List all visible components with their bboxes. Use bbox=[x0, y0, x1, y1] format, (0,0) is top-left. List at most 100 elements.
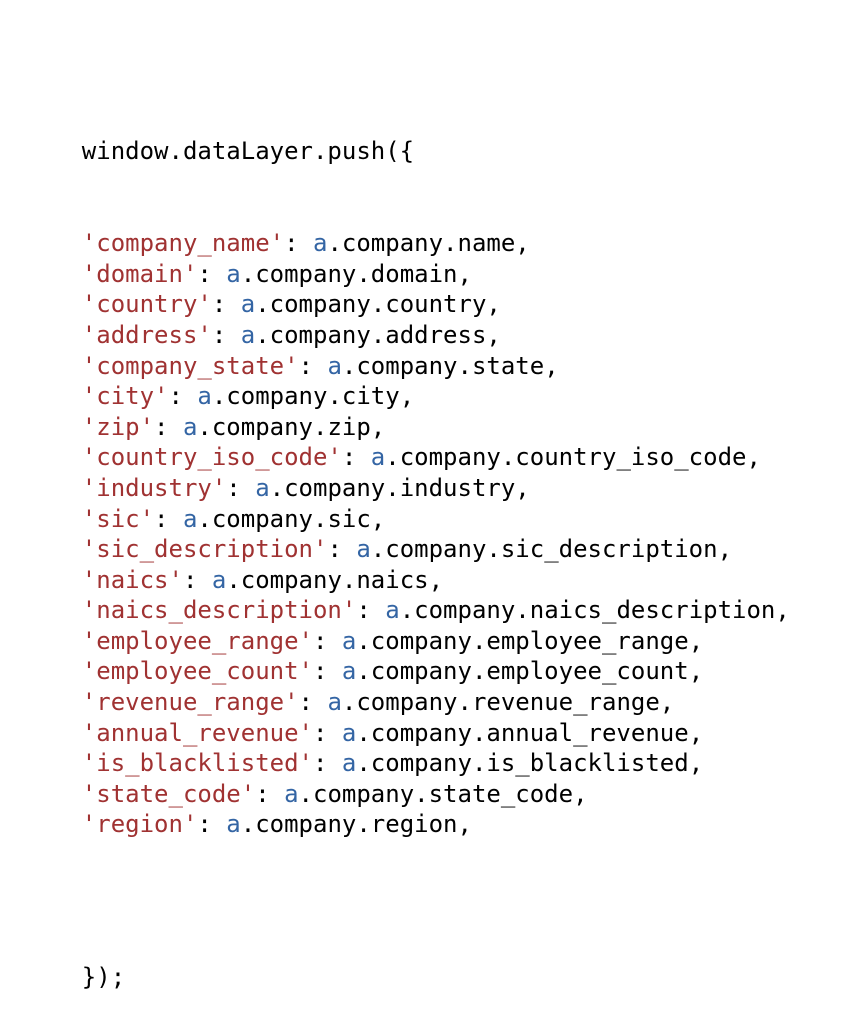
object-ref: a bbox=[341, 626, 357, 655]
code-line-property: 'annual_revenue': a.company.annual_reven… bbox=[24, 718, 790, 749]
comma: , bbox=[688, 657, 704, 686]
property-key: 'state_code' bbox=[81, 779, 256, 808]
code-block[interactable]: window.dataLayer.push({ 'company_name': … bbox=[24, 14, 790, 1024]
comma: , bbox=[457, 259, 472, 288]
comma: , bbox=[717, 535, 733, 564]
code-line-property: 'employee_range': a.company.employee_ran… bbox=[24, 626, 790, 657]
property-path: .company.state_code bbox=[298, 779, 574, 808]
object-literal-entries: 'company_name': a.company.name, 'domain'… bbox=[24, 228, 790, 840]
colon-separator: : bbox=[226, 473, 256, 502]
property-path: .company.domain bbox=[240, 259, 458, 288]
code-line-property: 'naics_description': a.company.naics_des… bbox=[24, 595, 790, 626]
colon-separator: : bbox=[182, 565, 212, 594]
property-key: 'revenue_range' bbox=[81, 688, 299, 717]
property-key: 'industry' bbox=[81, 473, 227, 502]
property-key: 'address' bbox=[81, 320, 212, 349]
colon-separator: : bbox=[154, 412, 183, 441]
open-statement: window.dataLayer.push({ bbox=[81, 137, 415, 166]
code-line-property: 'employee_count': a.company.employee_cou… bbox=[24, 656, 790, 687]
comma: , bbox=[486, 290, 501, 319]
colon-separator: : bbox=[356, 596, 386, 625]
comma: , bbox=[746, 443, 761, 472]
code-line-property: 'sic': a.company.sic, bbox=[24, 504, 790, 535]
property-path: .company.region bbox=[240, 810, 458, 839]
object-ref: a bbox=[240, 320, 256, 349]
object-ref: a bbox=[341, 657, 357, 686]
colon-separator: : bbox=[154, 504, 183, 533]
property-path: .company.country_iso_code bbox=[385, 443, 747, 472]
object-ref: a bbox=[182, 504, 198, 533]
comma: , bbox=[659, 688, 675, 717]
comma: , bbox=[370, 412, 386, 441]
property-key: 'naics' bbox=[81, 565, 183, 594]
comma: , bbox=[515, 229, 530, 258]
property-path: .company.annual_revenue bbox=[356, 718, 689, 747]
code-line-property: 'address': a.company.address, bbox=[24, 320, 790, 351]
comma: , bbox=[486, 320, 501, 349]
property-path: .company.naics bbox=[226, 565, 429, 594]
object-ref: a bbox=[327, 688, 342, 717]
property-key: 'domain' bbox=[81, 259, 198, 288]
colon-separator: : bbox=[312, 657, 342, 686]
property-path: .company.employee_range bbox=[356, 626, 689, 655]
colon-separator: : bbox=[312, 718, 342, 747]
comma: , bbox=[544, 351, 559, 380]
property-key: 'company_state' bbox=[81, 351, 299, 380]
object-ref: a bbox=[284, 779, 299, 808]
code-line-property: 'naics': a.company.naics, bbox=[24, 565, 790, 596]
colon-separator: : bbox=[312, 749, 342, 778]
colon-separator: : bbox=[312, 626, 342, 655]
comma: , bbox=[573, 779, 588, 808]
property-path: .company.is_blacklisted bbox=[356, 749, 689, 778]
colon-separator: : bbox=[327, 535, 357, 564]
comma: , bbox=[688, 749, 704, 778]
property-key: 'annual_revenue' bbox=[81, 718, 313, 747]
comma: , bbox=[370, 504, 386, 533]
object-ref: a bbox=[341, 718, 357, 747]
property-key: 'city' bbox=[81, 382, 169, 411]
code-line-property: 'company_state': a.company.state, bbox=[24, 351, 790, 382]
property-path: .company.country bbox=[255, 290, 487, 319]
code-line-open: window.dataLayer.push({ bbox=[24, 106, 790, 165]
code-line-property: 'is_blacklisted': a.company.is_blacklist… bbox=[24, 748, 790, 779]
property-key: 'zip' bbox=[81, 412, 155, 441]
object-ref: a bbox=[255, 473, 270, 502]
comma: , bbox=[428, 565, 444, 594]
object-ref: a bbox=[211, 565, 227, 594]
property-key: 'country_iso_code' bbox=[81, 443, 342, 472]
colon-separator: : bbox=[284, 229, 313, 258]
colon-separator: : bbox=[197, 259, 227, 288]
colon-separator: : bbox=[298, 351, 328, 380]
code-line-property: 'revenue_range': a.company.revenue_range… bbox=[24, 687, 790, 718]
comma: , bbox=[399, 382, 415, 411]
property-path: .company.revenue_range bbox=[341, 688, 660, 717]
property-path: .company.address bbox=[255, 320, 487, 349]
property-path: .company.industry bbox=[269, 473, 516, 502]
property-path: .company.naics_description bbox=[399, 596, 776, 625]
code-line-property: 'country': a.company.country, bbox=[24, 289, 790, 320]
comma: , bbox=[688, 718, 704, 747]
object-ref: a bbox=[313, 229, 328, 258]
colon-separator: : bbox=[197, 810, 227, 839]
property-key: 'sic_description' bbox=[81, 535, 328, 564]
comma: , bbox=[775, 596, 790, 625]
object-ref: a bbox=[327, 351, 342, 380]
object-ref: a bbox=[356, 535, 371, 564]
object-ref: a bbox=[385, 596, 400, 625]
colon-separator: : bbox=[341, 443, 371, 472]
comma: , bbox=[515, 473, 530, 502]
colon-separator: : bbox=[168, 382, 198, 411]
